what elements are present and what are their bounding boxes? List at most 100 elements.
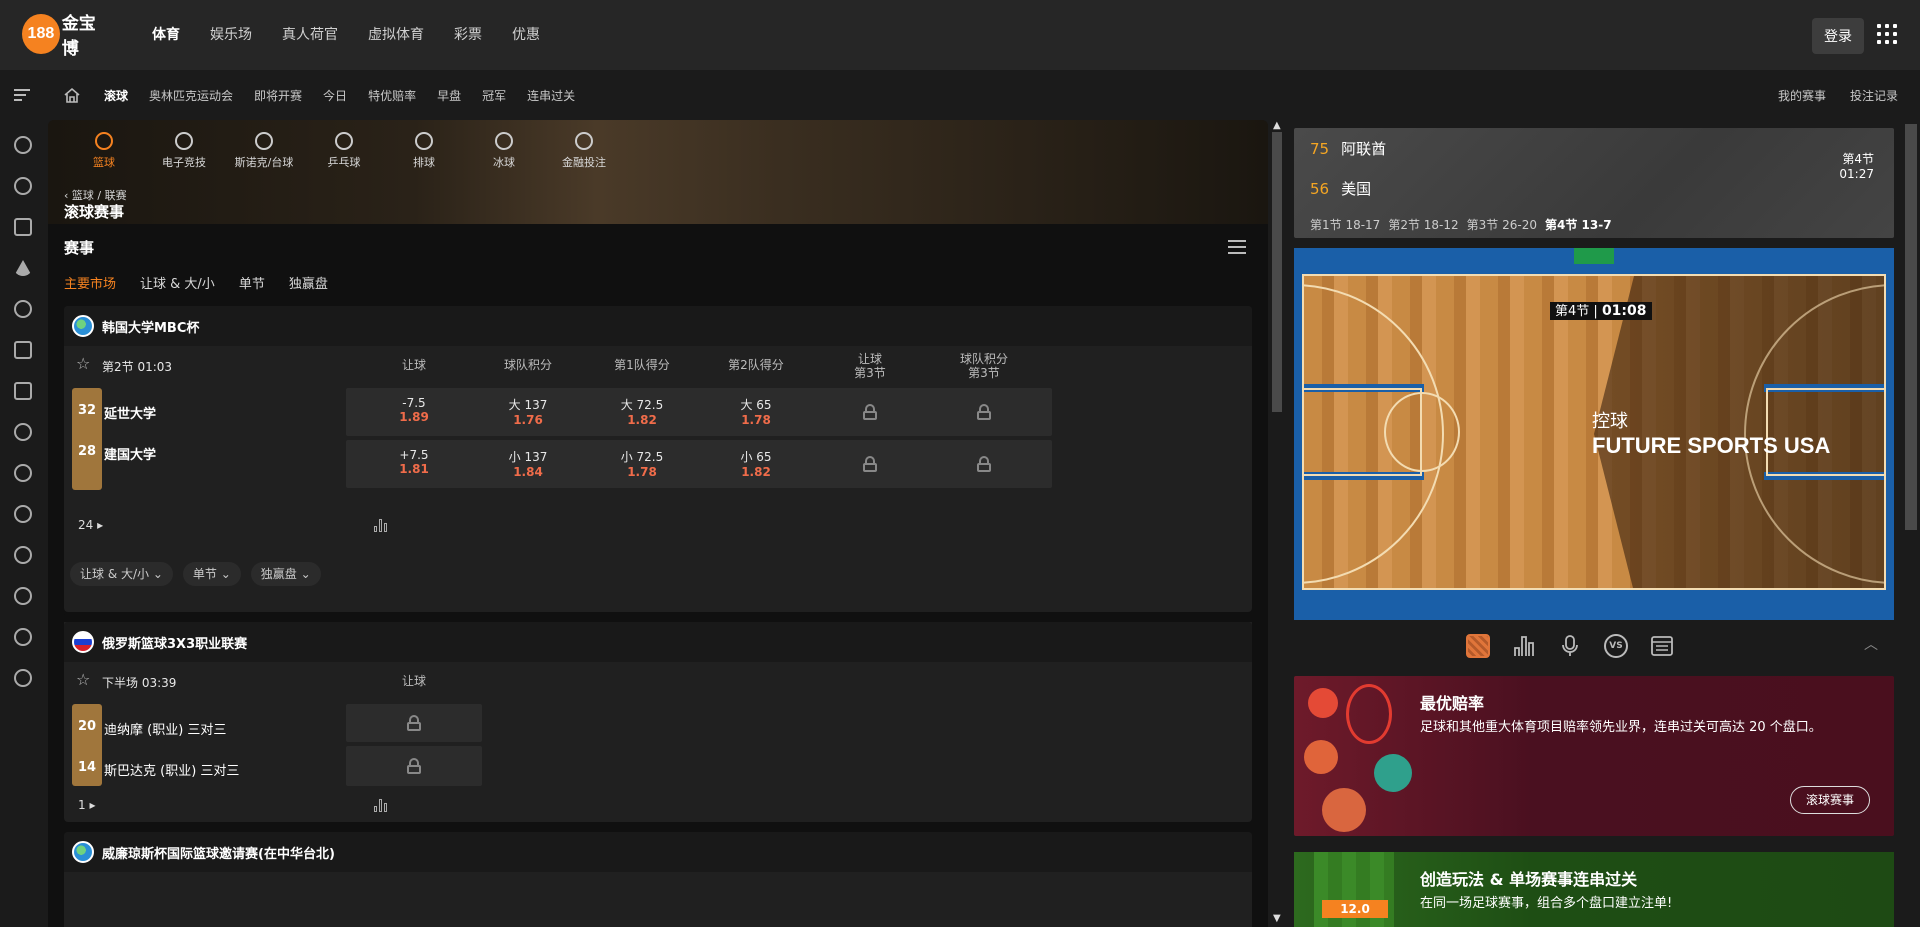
rugby-icon[interactable] (14, 669, 32, 687)
promo-banner[interactable]: 最优赔率 足球和其他重大体育项目赔率领先业界，连串过关可高达 20 个盘口。 滚… (1294, 676, 1894, 836)
filter-settings-icon[interactable] (1228, 240, 1246, 256)
scroll-up-icon[interactable]: ▲ (1273, 120, 1281, 131)
subnav-item-today[interactable]: 今日 (323, 87, 347, 104)
sport-tabs: 篮球 电子竞技 斯诺克/台球 乒乓球 排球 冰球 金融投注 (64, 132, 624, 170)
page-title: 滚球赛事 (64, 203, 125, 221)
table-tennis-icon (335, 132, 353, 150)
nav-item-promotions[interactable]: 优惠 (512, 24, 540, 44)
nav-item-lottery[interactable]: 彩票 (454, 24, 482, 44)
live-scoreboard: 75 阿联酋 56 美国 第4节 01:27 第1节 18-17 第2节 18-12 … (1294, 128, 1894, 238)
soccer-icon[interactable] (14, 136, 32, 154)
trophy-icon[interactable] (14, 341, 32, 359)
darts-icon[interactable] (14, 628, 32, 646)
home-icon[interactable] (63, 87, 81, 103)
brand-logo[interactable]: 188 金宝博 (22, 12, 110, 59)
chip-quarter[interactable]: 单节 ⌄ (182, 562, 241, 586)
promo-banner[interactable]: 12.0 创造玩法 & 单场赛事连串过关 在同一场足球赛事，组合多个盘口建立注单… (1294, 852, 1894, 927)
promo-title: 最优赔率 (1420, 694, 1485, 713)
hamburger-menu-icon[interactable] (14, 89, 30, 101)
table-tennis-icon[interactable] (14, 300, 32, 318)
basketball-icon (95, 132, 113, 150)
collapse-toggle-icon[interactable] (1574, 248, 1614, 264)
scroll-down-icon[interactable]: ▼ (1273, 913, 1281, 924)
match-period: 第2节 01:03 (102, 360, 173, 374)
nav-item-live-dealer[interactable]: 真人荷官 (282, 24, 338, 44)
baseball-icon[interactable] (14, 587, 32, 605)
subnav-item-live[interactable]: 滚球 (104, 87, 128, 104)
subnav-item-parlay[interactable]: 连串过关 (527, 87, 575, 104)
mic-icon[interactable] (1558, 634, 1582, 658)
bet-history-link[interactable]: 投注记录 (1850, 87, 1898, 104)
ping-pong-icon (1308, 688, 1338, 718)
away-team[interactable]: 斯巴达克 (职业) 三对三 (104, 760, 239, 779)
subnav-item-outright[interactable]: 冠军 (482, 87, 506, 104)
period-score: 第1节 18-17 (1310, 218, 1381, 232)
court-icon[interactable] (1466, 634, 1490, 658)
sport-tab-financial[interactable]: 金融投注 (544, 132, 624, 170)
promo-description: 足球和其他重大体育项目赔率领先业界，连串过关可高达 20 个盘口。 (1420, 720, 1822, 735)
sport-tab-ice-hockey[interactable]: 冰球 (464, 132, 544, 170)
page-scrollbar[interactable] (1902, 120, 1920, 927)
odds-tag: 12.0 (1322, 900, 1388, 918)
stats-icon[interactable] (374, 798, 388, 812)
scroll-thumb[interactable] (1905, 124, 1917, 530)
snooker-icon[interactable] (14, 260, 32, 276)
sport-tab-basketball[interactable]: 篮球 (64, 132, 144, 170)
login-button[interactable]: 登录 (1812, 18, 1864, 54)
league-header[interactable]: 韩国大学MBC杯 (64, 306, 1252, 346)
basketball-icon[interactable] (14, 177, 32, 195)
live-court-tracker: 第4节 | 01:08 控球 FUTURE SPORTS USA (1294, 248, 1894, 620)
nav-item-virtual[interactable]: 虚拟体育 (368, 24, 424, 44)
away-team[interactable]: 建国大学 (104, 444, 156, 463)
sport-icon-rail (0, 120, 48, 927)
sport-tab-esports[interactable]: 电子竞技 (144, 132, 224, 170)
more-markets-count[interactable]: 1 ▸ (78, 798, 95, 812)
esports-icon (175, 132, 193, 150)
sport-tab-label: 金融投注 (562, 156, 606, 169)
chip-handicap-ou[interactable]: 让球 & 大/小 ⌄ (70, 562, 173, 586)
stats-icon[interactable] (1512, 634, 1536, 658)
league-header[interactable]: 俄罗斯篮球3X3职业联赛 (64, 622, 1252, 662)
main-scrollbar[interactable]: ▲ ▼ (1270, 120, 1284, 927)
home-team[interactable]: 延世大学 (104, 403, 156, 422)
sport-tab-table-tennis[interactable]: 乒乓球 (304, 132, 384, 170)
odds-cell-locked (916, 440, 1052, 488)
market-tabs: 主要市场 让球 & 大/小 单节 独赢盘 (64, 273, 352, 292)
tab-moneyline[interactable]: 独赢盘 (289, 273, 328, 292)
tab-main-markets[interactable]: 主要市场 (64, 273, 116, 292)
sport-tab-volleyball[interactable]: 排球 (384, 132, 464, 170)
boxing-icon[interactable] (14, 464, 32, 482)
section-title: 赛事 (64, 239, 95, 257)
swimming-icon[interactable] (14, 382, 32, 400)
quarter-label: 第4节 (1842, 152, 1874, 166)
apps-grid-icon[interactable] (1877, 24, 1897, 44)
volleyball-icon[interactable] (14, 546, 32, 564)
stats-icon[interactable] (374, 518, 388, 532)
scroll-thumb[interactable] (1272, 132, 1282, 412)
lock-icon (863, 404, 877, 420)
esports-icon[interactable] (14, 218, 32, 236)
subnav-item-olympics[interactable]: 奥林匹克运动会 (149, 87, 233, 104)
chevron-up-icon[interactable]: ︿ (1864, 634, 1878, 654)
sport-tab-snooker[interactable]: 斯诺克/台球 (224, 132, 304, 170)
my-events-link[interactable]: 我的赛事 (1778, 87, 1826, 104)
favorite-star-icon[interactable]: ☆ (76, 672, 92, 688)
chip-moneyline[interactable]: 独赢盘 ⌄ (250, 562, 321, 586)
scoreboard-icon[interactable] (1650, 634, 1674, 658)
nav-item-casino[interactable]: 娱乐场 (210, 24, 252, 44)
subnav-item-starting-soon[interactable]: 即将开赛 (254, 87, 302, 104)
globe-flag-icon (72, 315, 94, 337)
badminton-icon[interactable] (14, 505, 32, 523)
subnav-item-boosted-odds[interactable]: 特优赔率 (368, 87, 416, 104)
tab-quarter[interactable]: 单节 (239, 273, 265, 292)
vs-icon[interactable]: VS (1604, 634, 1628, 658)
subnav-item-early[interactable]: 早盘 (437, 87, 461, 104)
home-team[interactable]: 迪纳摩 (职业) 三对三 (104, 719, 226, 738)
live-events-button[interactable]: 滚球赛事 (1790, 786, 1870, 814)
favorite-star-icon[interactable]: ☆ (76, 356, 92, 372)
hockey-icon[interactable] (14, 423, 32, 441)
nav-item-sports[interactable]: 体育 (152, 24, 180, 44)
more-markets-count[interactable]: 24 ▸ (78, 518, 103, 532)
tab-handicap-ou[interactable]: 让球 & 大/小 (140, 273, 215, 292)
league-header[interactable]: 威廉琼斯杯国际篮球邀请赛(在中华台北) (64, 832, 1252, 872)
